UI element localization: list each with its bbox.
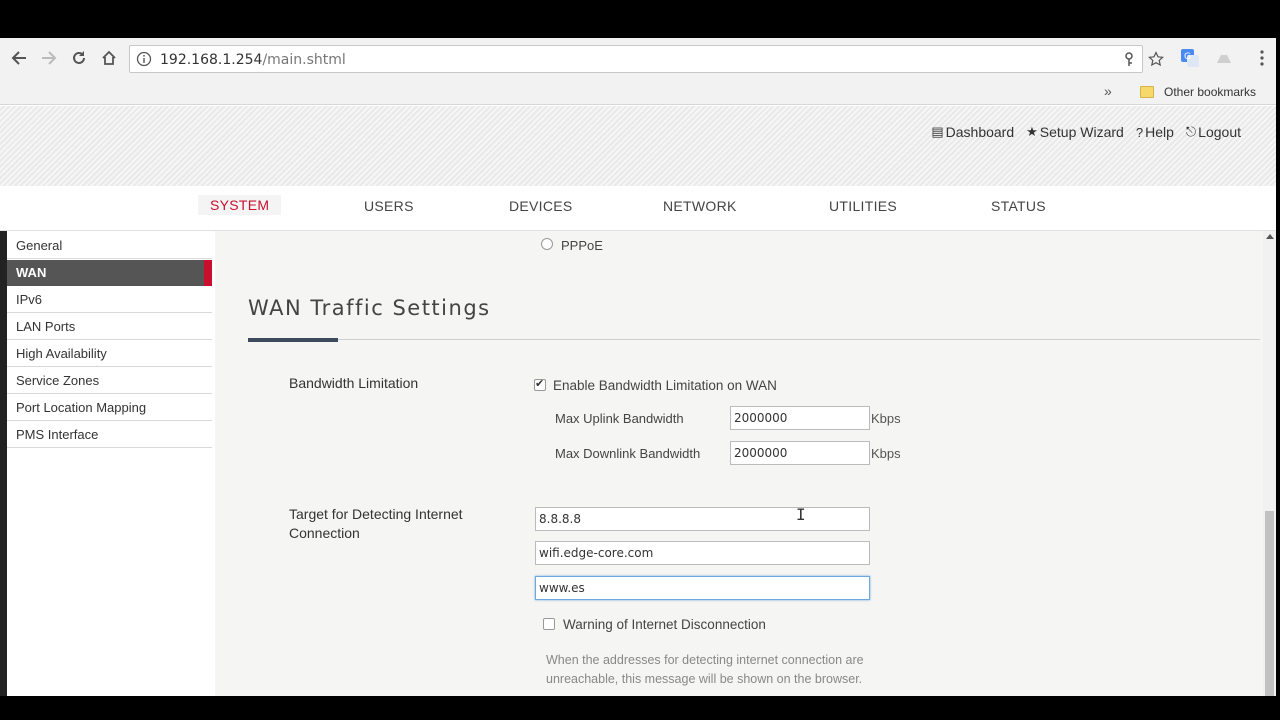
star-icon: ★	[1026, 124, 1038, 139]
sidebar-item-label: WAN	[16, 265, 47, 280]
folder-icon	[1140, 86, 1154, 98]
scroll-thumb[interactable]	[1265, 511, 1274, 696]
dashboard-icon: ▤	[931, 124, 944, 139]
sidebar-item-high-availability[interactable]: High Availability	[7, 341, 212, 367]
scroll-up-icon[interactable]	[1266, 234, 1274, 239]
pppoe-radio[interactable]	[541, 238, 553, 250]
bandwidth-limitation-label: Bandwidth Limitation	[289, 375, 419, 391]
help-icon: ?	[1135, 124, 1144, 140]
target-3-input[interactable]	[535, 576, 870, 600]
text-cursor-icon: I	[796, 505, 806, 524]
section-accent	[248, 338, 338, 342]
sidebar: General WAN IPv6 LAN Ports High Availabi…	[0, 231, 215, 696]
content-scrollbar[interactable]	[1263, 231, 1276, 696]
enable-bandwidth-checkbox[interactable]	[534, 377, 546, 391]
drive-icon[interactable]	[1214, 48, 1234, 68]
bookmark-star-icon[interactable]	[1148, 51, 1164, 67]
dashboard-link[interactable]: ▤ Dashboard	[931, 124, 1014, 140]
target-1-input[interactable]	[535, 507, 870, 531]
logout-icon: ⎋	[1185, 124, 1197, 139]
menu-kebab-icon[interactable]	[1252, 48, 1272, 68]
warning-disconnection-label: Warning of Internet Disconnection	[563, 617, 766, 632]
sidebar-item-general[interactable]: General	[7, 233, 212, 259]
menu-status[interactable]: STATUS	[991, 198, 1046, 214]
other-bookmarks-button[interactable]: Other bookmarks	[1164, 85, 1256, 99]
sidebar-item-lan-ports[interactable]: LAN Ports	[7, 314, 212, 340]
pppoe-label: PPPoE	[561, 238, 603, 253]
header-links: ▤ Dashboard ★ Setup Wizard ? Help ⎋ Logo…	[931, 124, 1241, 140]
menu-utilities[interactable]: UTILITIES	[829, 198, 897, 214]
uplink-bandwidth-input[interactable]	[730, 406, 870, 430]
sidebar-item-wan[interactable]: WAN	[7, 260, 212, 286]
target-detect-label: Target for Detecting Internet Connection	[289, 506, 463, 541]
info-icon[interactable]	[136, 51, 152, 67]
uplink-unit: Kbps	[871, 411, 901, 426]
bookmarks-bar: » Other bookmarks	[0, 81, 1276, 105]
browser-window: 192.168.1.254/main.shtml G » Other bookm…	[0, 38, 1276, 696]
warning-disconnection-checkbox[interactable]	[543, 618, 555, 630]
back-icon[interactable]	[8, 47, 30, 69]
menu-devices[interactable]: DEVICES	[509, 198, 573, 214]
downlink-bandwidth-input[interactable]	[730, 441, 870, 465]
setup-wizard-link[interactable]: ★ Setup Wizard	[1026, 124, 1124, 140]
help-link[interactable]: ? Help	[1136, 124, 1174, 140]
key-icon[interactable]	[1121, 51, 1137, 67]
sidebar-item-ipv6[interactable]: IPv6	[7, 287, 212, 313]
main-menu: SYSTEM USERS DEVICES NETWORK UTILITIES S…	[0, 186, 1276, 231]
section-divider	[248, 339, 1260, 340]
address-bar[interactable]: 192.168.1.254/main.shtml	[129, 45, 1164, 73]
reload-icon[interactable]	[68, 47, 90, 69]
sidebar-item-port-location-mapping[interactable]: Port Location Mapping	[7, 395, 212, 421]
sidebar-edge	[0, 231, 7, 696]
section-title: WAN Traffic Settings	[248, 296, 491, 320]
sidebar-item-pms-interface[interactable]: PMS Interface	[7, 422, 212, 448]
target-2-input[interactable]	[535, 541, 870, 565]
forward-icon[interactable]	[38, 47, 60, 69]
downlink-unit: Kbps	[871, 446, 901, 461]
bookmarks-overflow-button[interactable]: »	[1104, 83, 1112, 99]
sidebar-item-service-zones[interactable]: Service Zones	[7, 368, 212, 394]
warning-hint-text: When the addresses for detecting interne…	[546, 653, 864, 686]
translate-icon[interactable]: G	[1180, 48, 1200, 68]
menu-system[interactable]: SYSTEM	[198, 195, 282, 215]
enable-bandwidth-label: Enable Bandwidth Limitation on WAN	[553, 378, 777, 393]
home-icon[interactable]	[98, 47, 120, 69]
page-header: ▤ Dashboard ★ Setup Wizard ? Help ⎋ Logo…	[0, 106, 1276, 186]
menu-users[interactable]: USERS	[364, 198, 414, 214]
browser-toolbar: 192.168.1.254/main.shtml G	[0, 38, 1276, 81]
downlink-label: Max Downlink Bandwidth	[555, 446, 701, 461]
active-marker	[204, 260, 212, 286]
logout-link[interactable]: ⎋ Logout	[1186, 124, 1241, 140]
svg-text:G: G	[1184, 52, 1191, 62]
menu-network[interactable]: NETWORK	[663, 198, 737, 214]
url-text: 192.168.1.254/main.shtml	[160, 52, 346, 68]
uplink-label: Max Uplink Bandwidth	[555, 411, 684, 426]
content-area: PPPoE WAN Traffic Settings Bandwidth Lim…	[215, 231, 1265, 696]
